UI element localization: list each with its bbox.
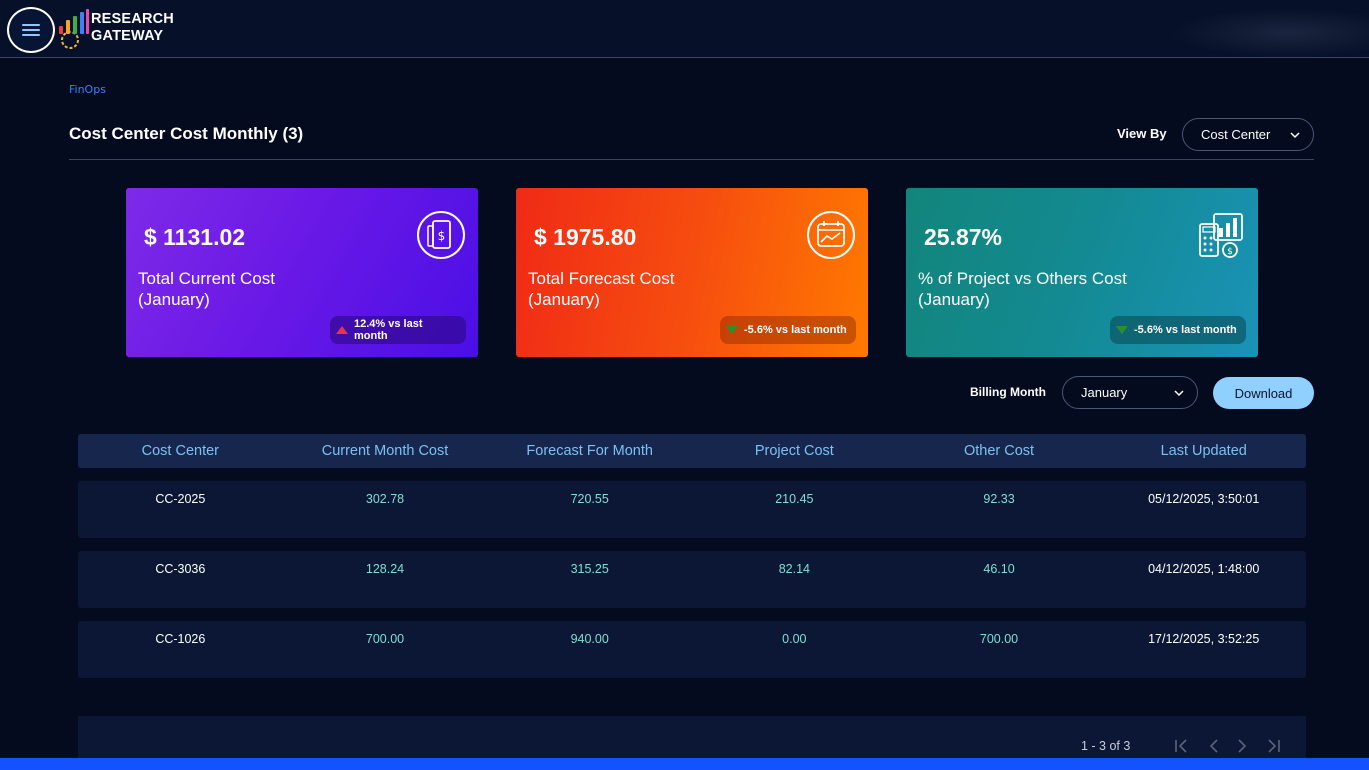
total-forecast-cost-card: $ 1975.80 Total Forecast Cost (January) … [516,188,868,357]
first-page-icon[interactable] [1172,737,1192,755]
card-label-line-1: % of Project vs Others Cost [918,269,1127,288]
cell-cost-center: CC-1026 [155,632,206,646]
chevron-down-icon [1174,390,1184,397]
cell-other-cost: 46.10 [983,562,1015,576]
card-label-line-2: (January) [138,290,210,309]
card-label-line-2: (January) [918,290,990,309]
table-row[interactable]: CC-2025 302.78 720.55 210.45 92.33 05/12… [78,481,1306,538]
download-button[interactable]: Download [1213,377,1314,409]
title-divider [69,159,1314,160]
view-by-select[interactable]: Cost Center [1182,118,1314,151]
hamburger-menu-button[interactable] [7,7,55,53]
total-current-cost-card: $ 1131.02 Total Current Cost (January) $… [126,188,478,357]
billing-month-select[interactable]: January [1062,376,1198,409]
billing-month-label: Billing Month [970,385,1046,399]
cell-project-cost: 82.14 [778,562,810,576]
trend-up-icon [336,326,348,334]
cell-forecast: 940.00 [570,632,609,646]
cell-other-cost: 92.33 [983,492,1015,506]
hamburger-icon [22,24,40,36]
cell-current-month-cost: 128.24 [365,562,405,576]
view-by-value: Cost Center [1201,127,1271,142]
cell-forecast: 720.55 [570,492,609,506]
calculator-coins-chart-icon: $ [1199,213,1243,258]
page-title: Cost Center Cost Monthly (3) [69,124,304,143]
trend-text: 12.4% vs last month [354,318,423,342]
card-label-line-2: (January) [528,290,600,309]
cell-project-cost: 0.00 [782,632,807,646]
breadcrumb[interactable]: FinOps [69,83,106,96]
card-value: 25.87% [924,224,1003,250]
research-gateway-logo [59,9,89,49]
top-bar: RESEARCH GATEWAY [0,0,1369,58]
trend-down-icon [1116,326,1128,334]
table-footer [78,716,1306,760]
cell-cost-center: CC-2025 [155,492,206,506]
cell-current-month-cost: 700.00 [365,632,405,646]
column-header-current-month-cost[interactable]: Current Month Cost [283,443,488,459]
card-label: % of Project vs Others Cost (January) [918,268,1138,310]
svg-text:$: $ [1227,247,1233,257]
column-header-project-cost[interactable]: Project Cost [692,443,897,459]
card-label-line-1: Total Forecast Cost [528,269,675,288]
table-row[interactable]: CC-1026 700.00 940.00 0.00 700.00 17/12/… [78,621,1306,678]
card-label-line-1: Total Current Cost [138,269,275,288]
cell-current-month-cost: 302.78 [365,492,405,506]
card-value: $ 1975.80 [534,224,637,250]
view-by-label: View By [1117,126,1167,141]
receipt-dollar-icon: $ [417,211,465,259]
card-label: Total Current Cost (January) [138,268,358,310]
cell-forecast: 315.25 [570,562,609,576]
trend-badge: 12.4% vs last month [330,316,466,344]
column-header-other-cost[interactable]: Other Cost [897,443,1102,459]
calendar-chart-icon [807,211,855,259]
column-header-last-updated[interactable]: Last Updated [1101,443,1306,459]
trend-text: -5.6% vs last month [744,324,847,336]
cell-other-cost: 700.00 [979,632,1019,646]
trend-text: -5.6% vs last month [1134,324,1237,336]
card-value: $ 1131.02 [144,224,246,250]
billing-month-value: January [1081,385,1128,400]
table-header: Cost Center Current Month Cost Forecast … [78,434,1306,468]
chevron-down-icon [1290,132,1300,139]
project-vs-others-card: 25.87% % of Project vs Others Cost (Janu… [906,188,1258,357]
previous-page-icon[interactable] [1204,737,1224,755]
brand-name: RESEARCH GATEWAY [91,11,174,45]
svg-text:$: $ [438,229,446,243]
cell-project-cost: 210.45 [775,492,814,506]
cell-last-updated: 17/12/2025, 3:52:25 [1148,632,1260,646]
trend-down-icon [726,326,738,334]
cell-cost-center: CC-3036 [155,562,206,576]
pagination-range: 1 - 3 of 3 [1081,739,1131,753]
brand-line-2: GATEWAY [91,28,164,44]
trend-badge: -5.6% vs last month [1110,316,1246,344]
header-user-area [1169,8,1369,58]
last-page-icon[interactable] [1263,737,1283,755]
brand-line-1: RESEARCH [91,11,174,27]
column-header-cost-center[interactable]: Cost Center [78,443,283,459]
trend-badge: -5.6% vs last month [720,316,856,344]
next-page-icon[interactable] [1232,737,1252,755]
column-header-forecast-for-month[interactable]: Forecast For Month [487,443,692,459]
cell-last-updated: 05/12/2025, 3:50:01 [1148,492,1260,506]
table-row[interactable]: CC-3036 128.24 315.25 82.14 46.10 04/12/… [78,551,1306,608]
card-label: Total Forecast Cost (January) [528,268,748,310]
cell-last-updated: 04/12/2025, 1:48:00 [1148,562,1260,576]
footer-copyright-bar [0,758,1369,770]
